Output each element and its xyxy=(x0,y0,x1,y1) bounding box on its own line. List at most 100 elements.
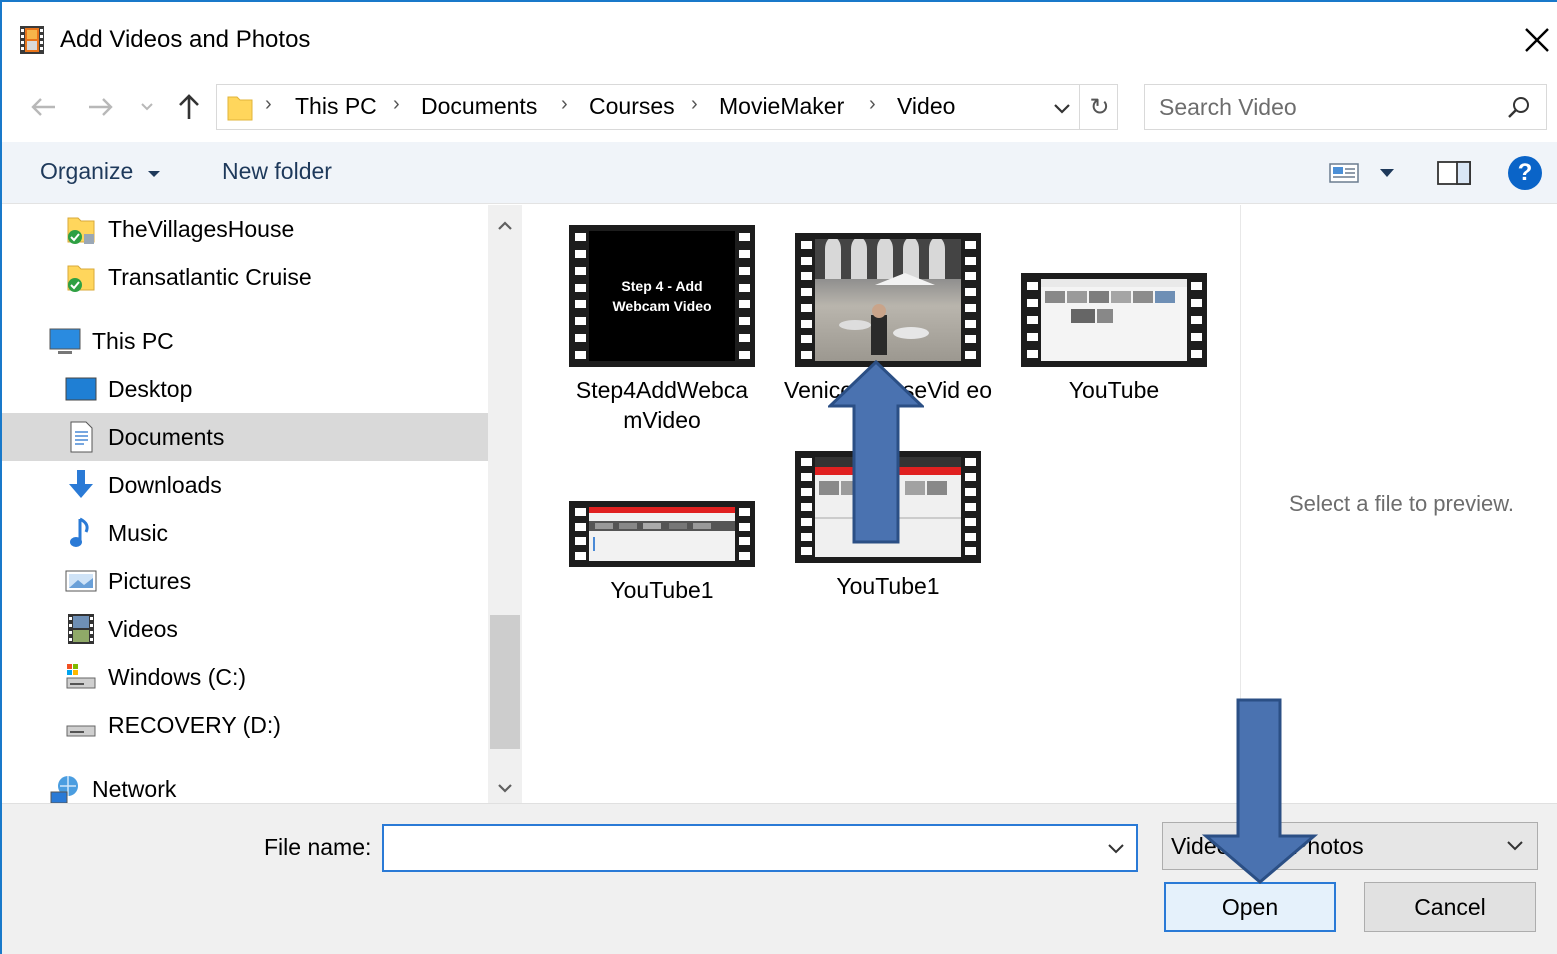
organize-menu[interactable]: Organize xyxy=(40,158,162,185)
file-item-youtube1[interactable]: YouTube1 xyxy=(556,501,768,605)
folder-icon xyxy=(227,96,253,121)
cancel-button[interactable]: Cancel xyxy=(1364,882,1536,932)
file-label: YouTube1 xyxy=(836,573,940,599)
nav-item-label: Documents xyxy=(108,423,225,450)
nav-item-label: Downloads xyxy=(108,471,222,498)
documents-icon xyxy=(70,421,93,453)
help-icon[interactable]: ? xyxy=(1508,156,1542,190)
nav-item-this-pc[interactable]: This PC xyxy=(48,319,174,363)
folder-sync-icon xyxy=(67,265,95,292)
scroll-up-button[interactable] xyxy=(488,209,522,243)
breadcrumb-separator: › xyxy=(869,93,876,115)
breadcrumb-courses[interactable]: Courses xyxy=(589,93,675,120)
nav-item-transatlantic-cruise[interactable]: Transatlantic Cruise xyxy=(64,255,312,299)
network-icon xyxy=(50,776,78,803)
chevron-down-icon xyxy=(1507,841,1523,851)
pictures-icon xyxy=(65,570,97,592)
back-button[interactable] xyxy=(24,88,62,126)
chevron-down-icon xyxy=(498,784,512,793)
breadcrumb-separator: › xyxy=(691,93,698,115)
file-type-select[interactable]: Videos and Photos xyxy=(1162,822,1538,870)
up-button[interactable] xyxy=(170,88,208,126)
nav-item-recovery-d[interactable]: RECOVERY (D:) xyxy=(64,703,281,747)
forward-button[interactable] xyxy=(82,88,120,126)
nav-item-documents[interactable]: Documents xyxy=(2,413,488,461)
file-label: Step4AddWebca mVideo xyxy=(575,377,749,433)
scroll-thumb[interactable] xyxy=(490,615,520,749)
video-thumbnail xyxy=(1021,273,1207,367)
address-dropdown-button[interactable] xyxy=(1047,95,1077,123)
dialog-footer: File name: Videos and Photos Open Cancel xyxy=(2,803,1557,954)
nav-item-thevillageshouse[interactable]: TheVillagesHouse xyxy=(64,207,294,251)
view-icon xyxy=(1329,163,1359,183)
thumbnail-title-text: Step 4 - Add Webcam Video xyxy=(612,278,712,314)
nav-item-network[interactable]: Network xyxy=(48,767,176,803)
nav-item-downloads[interactable]: Downloads xyxy=(64,463,222,507)
nav-item-music[interactable]: Music xyxy=(64,511,168,555)
nav-item-desktop[interactable]: Desktop xyxy=(64,367,192,411)
title-bar: Add Videos and Photos xyxy=(2,2,1557,74)
breadcrumb-separator: › xyxy=(265,93,272,115)
breadcrumb-moviemaker[interactable]: MovieMaker xyxy=(719,93,844,120)
address-bar[interactable]: › This PC › Documents › Courses › MovieM… xyxy=(216,84,1118,130)
scroll-down-button[interactable] xyxy=(488,771,522,803)
drive-icon xyxy=(66,725,96,737)
nav-item-label: Network xyxy=(92,775,177,802)
music-icon xyxy=(70,517,89,547)
venice-scene-image xyxy=(815,239,961,355)
file-name-field[interactable] xyxy=(382,824,1138,872)
command-toolbar: Organize New folder ? xyxy=(2,142,1557,204)
chevron-up-icon xyxy=(498,221,512,230)
nav-item-label: Music xyxy=(108,519,169,546)
view-options-dropdown[interactable] xyxy=(1374,156,1400,190)
search-box[interactable] xyxy=(1144,84,1547,130)
youtube-screen-image xyxy=(1041,279,1187,323)
new-folder-button[interactable]: New folder xyxy=(222,158,332,185)
file-type-value: Videos and Photos xyxy=(1171,833,1364,859)
nav-item-label: Desktop xyxy=(108,375,193,402)
navigation-pane: TheVillagesHouse Transatlantic Cruise Th… xyxy=(2,205,522,803)
file-item-step4addwebcamvideo[interactable]: Step 4 - Add Webcam Video Step4AddWebca … xyxy=(556,225,768,435)
add-videos-photos-dialog: Add Videos and Photos › This PC › Docume… xyxy=(0,0,1557,954)
preview-pane-button[interactable] xyxy=(1436,156,1472,190)
file-label: YouTube1 xyxy=(610,577,714,603)
refresh-button[interactable]: ↻ xyxy=(1079,85,1119,129)
file-list[interactable]: Step 4 - Add Webcam Video Step4AddWebca … xyxy=(524,205,1240,803)
close-icon xyxy=(1525,28,1549,52)
video-thumbnail xyxy=(795,233,981,367)
change-view-button[interactable] xyxy=(1328,156,1360,190)
breadcrumb-separator: › xyxy=(561,93,568,115)
videos-icon xyxy=(68,614,94,644)
breadcrumb-documents[interactable]: Documents xyxy=(421,93,537,120)
file-type-dropdown-button[interactable] xyxy=(1501,833,1529,859)
file-item-venicecoursevideo[interactable]: VeniceCourseVid eo xyxy=(782,233,994,405)
video-thumbnail: Step 4 - Add Webcam Video xyxy=(569,225,755,367)
file-item-youtube[interactable]: YouTube xyxy=(1008,273,1220,405)
breadcrumb-this-pc[interactable]: This PC xyxy=(295,93,377,120)
nav-item-label: Windows (C:) xyxy=(108,663,247,690)
chevron-down-icon xyxy=(141,103,153,111)
arrow-left-icon xyxy=(31,98,55,116)
file-name-dropdown-button[interactable] xyxy=(1102,836,1130,862)
organize-label: Organize xyxy=(40,158,134,184)
nav-pane-scrollbar[interactable] xyxy=(488,205,522,803)
file-item-youtube1[interactable]: YouTube1 xyxy=(782,451,994,601)
open-button[interactable]: Open xyxy=(1164,882,1336,932)
close-button[interactable] xyxy=(1517,20,1557,60)
recent-locations-button[interactable] xyxy=(132,88,162,126)
nav-item-videos[interactable]: Videos xyxy=(64,607,178,651)
file-name-input[interactable] xyxy=(392,834,1092,862)
film-strip-icon xyxy=(20,26,44,54)
nav-item-label: Transatlantic Cruise xyxy=(108,263,312,290)
preview-pane: Select a file to preview. xyxy=(1240,205,1557,803)
breadcrumb-video[interactable]: Video xyxy=(897,93,955,120)
nav-item-windows-c[interactable]: Windows (C:) xyxy=(64,655,246,699)
refresh-icon: ↻ xyxy=(1089,93,1110,121)
arrow-up-icon xyxy=(179,94,199,119)
search-input[interactable] xyxy=(1159,93,1499,121)
caret-down-icon xyxy=(147,171,160,177)
preview-placeholder-text: Select a file to preview. xyxy=(1289,491,1515,516)
nav-item-pictures[interactable]: Pictures xyxy=(64,559,191,603)
nav-item-label: RECOVERY (D:) xyxy=(108,711,281,738)
chevron-down-icon xyxy=(1108,844,1124,854)
